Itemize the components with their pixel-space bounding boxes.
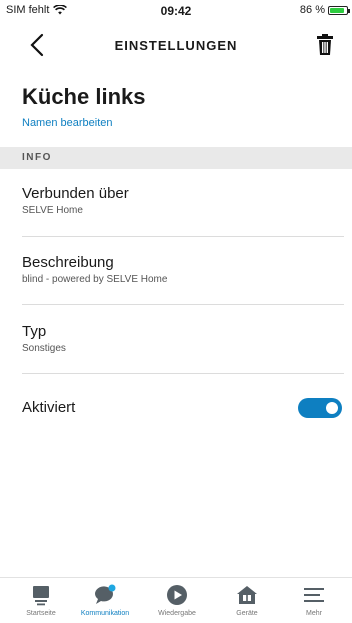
tab-label: Mehr xyxy=(306,610,322,617)
edit-name-link[interactable]: Namen bearbeiten xyxy=(22,117,113,129)
tab-wiedergabe[interactable]: Wiedergabe xyxy=(142,584,212,617)
tab-geraete[interactable]: Geräte xyxy=(212,584,282,617)
activated-toggle[interactable] xyxy=(298,398,342,418)
section-header-info: INFO xyxy=(0,147,352,169)
activated-row: Aktiviert xyxy=(22,399,344,416)
battery-area: 86 % xyxy=(299,4,350,16)
devices-house-icon xyxy=(237,586,257,604)
page-title: EINSTELLUNGEN xyxy=(114,38,238,53)
toggle-knob xyxy=(326,402,338,414)
chat-bubble-icon xyxy=(94,584,116,604)
tab-label: Startseite xyxy=(26,610,56,617)
nav-bar: EINSTELLUNGEN xyxy=(0,24,352,66)
row-title: Beschreibung xyxy=(22,254,114,271)
type-row[interactable]: Typ Sonstiges xyxy=(22,323,344,354)
tab-label: Kommunikation xyxy=(80,610,130,617)
row-title: Verbunden über xyxy=(22,185,129,202)
trash-icon xyxy=(317,34,333,55)
divider xyxy=(22,236,344,237)
tab-kommunikation[interactable]: Kommunikation xyxy=(70,584,140,617)
row-value: blind - powered by SELVE Home xyxy=(22,274,168,285)
home-stack-icon xyxy=(33,586,49,606)
connected-via-row[interactable]: Verbunden über SELVE Home xyxy=(22,185,344,216)
description-row[interactable]: Beschreibung blind - powered by SELVE Ho… xyxy=(22,254,344,285)
delete-button[interactable] xyxy=(316,34,334,56)
divider xyxy=(22,304,344,305)
tab-mehr[interactable]: Mehr xyxy=(279,584,349,617)
tab-startseite[interactable]: Startseite xyxy=(6,584,76,617)
activated-label: Aktiviert xyxy=(22,399,76,416)
section-header-label: INFO xyxy=(22,152,52,163)
status-bar: SIM fehlt 09:42 86 % xyxy=(0,0,352,20)
tab-label: Geräte xyxy=(236,610,258,617)
battery-fill xyxy=(330,7,344,13)
bottom-tab-bar: Startseite Kommunikation Wiedergabe Gerä… xyxy=(0,577,352,623)
device-name: Küche links xyxy=(22,84,146,109)
menu-icon xyxy=(304,588,324,602)
battery-percent: 86 % xyxy=(299,4,325,16)
battery-icon xyxy=(328,5,350,15)
play-icon xyxy=(167,585,187,605)
row-title: Typ xyxy=(22,323,47,340)
tab-label: Wiedergabe xyxy=(158,610,196,617)
row-value: SELVE Home xyxy=(22,205,83,216)
divider xyxy=(22,373,344,374)
row-value: Sonstiges xyxy=(22,343,66,354)
